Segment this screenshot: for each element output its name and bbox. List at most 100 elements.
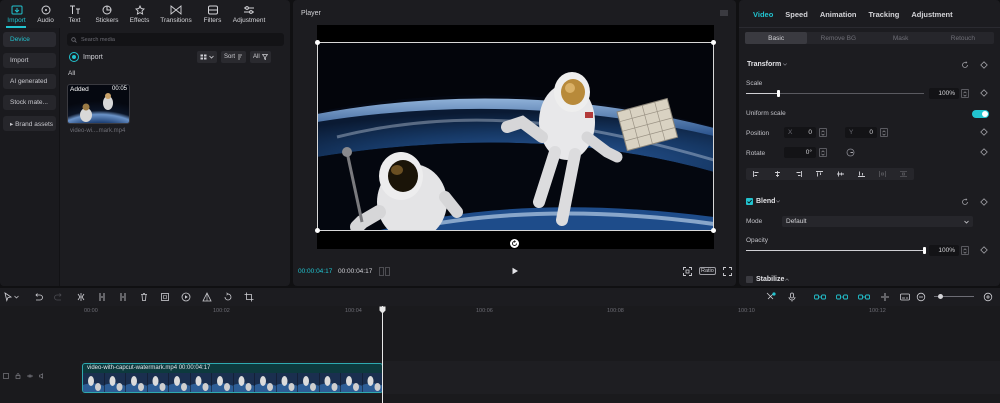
timeline-zoom-knob[interactable] bbox=[938, 294, 943, 299]
split-right-icon[interactable] bbox=[118, 292, 128, 302]
keyframe-diamond-icon[interactable] bbox=[980, 61, 988, 69]
keyframe-diamond-icon[interactable] bbox=[980, 148, 988, 156]
rotate-field[interactable]: 0° bbox=[784, 147, 816, 158]
fullscreen-crop-icon[interactable] bbox=[683, 267, 692, 276]
opacity-stepper[interactable] bbox=[961, 246, 969, 255]
tab-adjustment[interactable]: Adjustment bbox=[905, 0, 958, 28]
fullscreen-icon[interactable] bbox=[723, 267, 732, 276]
select-cursor-icon[interactable] bbox=[3, 292, 13, 302]
sidebar-item-import[interactable]: Import bbox=[3, 53, 56, 68]
ratio-button[interactable]: Ratio bbox=[699, 267, 716, 275]
opacity-slider-knob[interactable] bbox=[923, 247, 926, 254]
sidebar-item-device[interactable]: Device bbox=[3, 32, 56, 47]
auto-caption-icon[interactable] bbox=[766, 292, 776, 302]
mirror-icon[interactable] bbox=[202, 292, 212, 302]
tool-import[interactable]: Import bbox=[2, 0, 31, 28]
import-button[interactable]: Import bbox=[70, 51, 103, 63]
subtab-retouch[interactable]: Retouch bbox=[932, 32, 994, 44]
zoom-out-icon[interactable] bbox=[916, 292, 926, 302]
distribute-v-button[interactable] bbox=[893, 168, 914, 180]
align-right-button[interactable] bbox=[788, 168, 809, 180]
scale-slider-knob[interactable] bbox=[777, 90, 781, 97]
crop-icon[interactable] bbox=[244, 292, 254, 302]
menu-icon[interactable] bbox=[720, 10, 728, 16]
opacity-slider[interactable] bbox=[746, 250, 924, 251]
align-center-v-button[interactable] bbox=[830, 168, 851, 180]
microphone-icon[interactable] bbox=[787, 292, 797, 302]
tool-text[interactable]: Text bbox=[60, 0, 89, 28]
tool-transitions[interactable]: Transitions bbox=[154, 0, 198, 28]
position-x-stepper[interactable] bbox=[819, 128, 827, 137]
lock-icon[interactable] bbox=[15, 373, 21, 379]
align-left-button[interactable] bbox=[746, 168, 767, 180]
align-center-h-button[interactable] bbox=[767, 168, 788, 180]
sidebar-item-brand-assets[interactable]: ▸ Brand assets bbox=[3, 116, 56, 131]
undo-icon[interactable] bbox=[33, 292, 43, 302]
blend-mode-select[interactable]: Default bbox=[782, 216, 973, 227]
resize-handle-top-left[interactable] bbox=[315, 40, 320, 45]
rotate-handle[interactable] bbox=[510, 239, 519, 248]
video-clip[interactable]: video-with-capcut-watermark.mp4 00:00:04… bbox=[82, 363, 383, 393]
search-input[interactable] bbox=[81, 36, 261, 43]
sort-button[interactable]: Sort bbox=[221, 51, 247, 63]
link-main-track-icon[interactable] bbox=[814, 292, 826, 302]
visibility-eye-icon[interactable] bbox=[27, 373, 33, 379]
position-x-field[interactable]: X 0 bbox=[784, 127, 816, 138]
keyframe-diamond-icon[interactable] bbox=[980, 198, 988, 206]
play-circle-icon[interactable] bbox=[181, 292, 191, 302]
playhead-line[interactable] bbox=[382, 306, 383, 403]
tab-animation[interactable]: Animation bbox=[814, 0, 863, 28]
freeze-frame-icon[interactable] bbox=[160, 292, 170, 302]
subtab-remove-bg[interactable]: Remove BG bbox=[807, 32, 869, 44]
timeline-ruler[interactable]: 00:00 100:02 100:04 100:06 100:08 100:10… bbox=[0, 306, 1000, 316]
all-filter-button[interactable]: All bbox=[250, 51, 271, 63]
subtab-mask[interactable]: Mask bbox=[870, 32, 932, 44]
video-preview[interactable] bbox=[315, 25, 716, 249]
keyframe-diamond-icon[interactable] bbox=[980, 128, 988, 136]
playhead-handle-icon[interactable] bbox=[379, 306, 386, 314]
uniform-scale-toggle[interactable] bbox=[972, 110, 989, 118]
preview-axis-icon[interactable] bbox=[880, 292, 890, 302]
audio-mute-icon[interactable] bbox=[39, 373, 45, 379]
subtab-basic[interactable]: Basic bbox=[745, 32, 808, 44]
linkage-icon[interactable] bbox=[858, 292, 870, 302]
rotate-stepper[interactable] bbox=[819, 148, 827, 157]
position-y-stepper[interactable] bbox=[880, 128, 888, 137]
tab-video[interactable]: Video bbox=[747, 0, 779, 28]
magnet-snap-icon[interactable] bbox=[836, 292, 848, 302]
resize-handle-bottom-left[interactable] bbox=[315, 228, 320, 233]
scale-value[interactable]: 100% bbox=[929, 88, 959, 99]
media-thumbnail[interactable]: Added 00:05 bbox=[67, 84, 130, 124]
scale-slider[interactable] bbox=[746, 93, 924, 94]
zoom-in-icon[interactable] bbox=[983, 292, 993, 302]
reset-icon[interactable] bbox=[961, 61, 969, 69]
redo-icon[interactable] bbox=[54, 292, 64, 302]
sidebar-item-ai-generated[interactable]: AI generated bbox=[3, 74, 56, 89]
resize-handle-top-right[interactable] bbox=[711, 40, 716, 45]
split-icon[interactable] bbox=[76, 292, 86, 302]
keyframe-diamond-icon[interactable] bbox=[980, 246, 988, 254]
timecode-format-icon[interactable] bbox=[379, 267, 391, 276]
view-mode-button[interactable] bbox=[197, 51, 217, 63]
stabilize-checkbox[interactable] bbox=[746, 276, 753, 283]
rotate-dial-icon[interactable] bbox=[846, 148, 855, 157]
selection-box[interactable] bbox=[317, 42, 714, 231]
rotate-clip-icon[interactable] bbox=[223, 292, 233, 302]
delete-icon[interactable] bbox=[139, 292, 149, 302]
tab-tracking[interactable]: Tracking bbox=[862, 0, 905, 28]
reset-icon[interactable] bbox=[961, 198, 969, 206]
tool-audio[interactable]: Audio bbox=[31, 0, 60, 28]
play-icon[interactable] bbox=[511, 267, 519, 275]
scale-stepper[interactable] bbox=[961, 89, 969, 98]
tool-adjustment[interactable]: Adjustment bbox=[227, 0, 271, 28]
opacity-value[interactable]: 100% bbox=[929, 245, 959, 256]
distribute-h-button[interactable] bbox=[872, 168, 893, 180]
subtitle-icon[interactable] bbox=[900, 292, 910, 302]
tab-speed[interactable]: Speed bbox=[779, 0, 814, 28]
sidebar-item-stock-materials[interactable]: Stock mate... bbox=[3, 95, 56, 110]
blend-checkbox[interactable] bbox=[746, 198, 753, 205]
position-y-field[interactable]: Y 0 bbox=[845, 127, 877, 138]
keyframe-diamond-icon[interactable] bbox=[980, 89, 988, 97]
split-left-icon[interactable] bbox=[97, 292, 107, 302]
tool-effects[interactable]: Effects bbox=[125, 0, 154, 28]
